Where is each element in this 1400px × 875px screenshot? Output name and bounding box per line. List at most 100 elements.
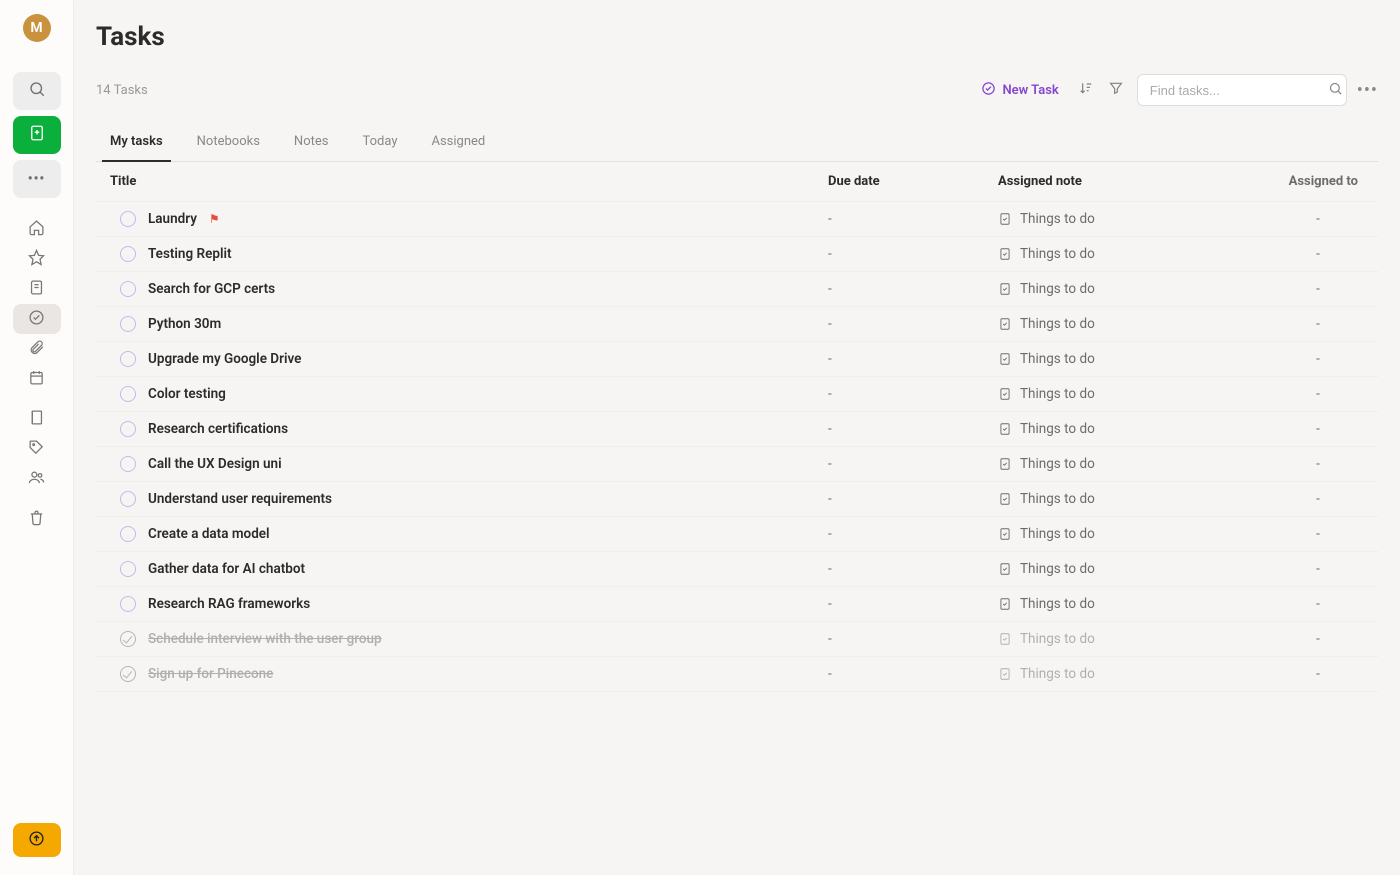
task-checkbox[interactable] — [120, 246, 136, 262]
note-label: Things to do — [1020, 316, 1095, 332]
table-row[interactable]: Call the UX Design uni-Things to do- — [96, 447, 1378, 482]
header-more-button[interactable]: ••• — [1357, 80, 1378, 101]
task-checkbox[interactable] — [120, 386, 136, 402]
table-row[interactable]: Laundry⚑-Things to do- — [96, 202, 1378, 237]
table-row[interactable]: Testing Replit-Things to do- — [96, 237, 1378, 272]
cell-due: - — [828, 421, 998, 437]
table-row[interactable]: Gather data for AI chatbot-Things to do- — [96, 552, 1378, 587]
table-row[interactable]: Research RAG frameworks-Things to do- — [96, 587, 1378, 622]
cell-assigned-to: - — [1268, 526, 1368, 542]
task-checkbox[interactable] — [120, 491, 136, 507]
note-label: Things to do — [1020, 561, 1095, 577]
trash-icon — [28, 509, 45, 530]
task-checkbox[interactable] — [120, 351, 136, 367]
new-note-button[interactable] — [13, 116, 61, 154]
sidebar-item-tags[interactable] — [13, 434, 61, 464]
filter-button[interactable] — [1103, 77, 1129, 103]
cell-assigned-note[interactable]: Things to do — [998, 316, 1268, 332]
col-header-due[interactable]: Due date — [828, 174, 998, 189]
page-title: Tasks — [96, 22, 1378, 52]
task-title: Laundry — [148, 211, 197, 227]
task-checkbox[interactable] — [120, 211, 136, 227]
task-checkbox[interactable] — [120, 316, 136, 332]
cell-assigned-note[interactable]: Things to do — [998, 421, 1268, 437]
cell-title: Search for GCP certs — [110, 281, 828, 297]
task-title: Testing Replit — [148, 246, 232, 262]
cell-assigned-note[interactable]: Things to do — [998, 246, 1268, 262]
note-label: Things to do — [1020, 491, 1095, 507]
table-row[interactable]: Research certifications-Things to do- — [96, 412, 1378, 447]
tabs: My tasks Notebooks Notes Today Assigned — [96, 124, 1378, 162]
sidebar-item-notes[interactable] — [13, 274, 61, 304]
tab-label: Notes — [294, 134, 329, 149]
cell-assigned-note[interactable]: Things to do — [998, 281, 1268, 297]
table-row[interactable]: Understand user requirements-Things to d… — [96, 482, 1378, 517]
note-label: Things to do — [1020, 351, 1095, 367]
sidebar-item-shared[interactable] — [13, 464, 61, 494]
col-header-assigned[interactable]: Assigned to — [1268, 174, 1368, 189]
table-row[interactable]: Search for GCP certs-Things to do- — [96, 272, 1378, 307]
note-icon — [28, 279, 45, 300]
note-label: Things to do — [1020, 246, 1095, 262]
more-horizontal-icon: ••• — [28, 171, 46, 187]
sort-icon — [1078, 80, 1094, 100]
cell-assigned-note[interactable]: Things to do — [998, 456, 1268, 472]
table-row[interactable]: Color testing-Things to do- — [96, 377, 1378, 412]
new-task-button[interactable]: New Task — [971, 75, 1068, 106]
note-label: Things to do — [1020, 631, 1095, 647]
cell-assigned-note[interactable]: Things to do — [998, 351, 1268, 367]
cell-assigned-note[interactable]: Things to do — [998, 631, 1268, 647]
search-input[interactable] — [1148, 82, 1328, 99]
note-label: Things to do — [1020, 596, 1095, 612]
tab-my-tasks[interactable]: My tasks — [110, 124, 163, 161]
cell-due: - — [828, 596, 998, 612]
task-checkbox[interactable] — [120, 421, 136, 437]
tab-notebooks[interactable]: Notebooks — [197, 124, 260, 161]
sort-button[interactable] — [1073, 77, 1099, 103]
table-row[interactable]: Create a data model-Things to do- — [96, 517, 1378, 552]
table-row[interactable]: Python 30m-Things to do- — [96, 307, 1378, 342]
col-header-title[interactable]: Title — [110, 174, 828, 189]
search-icon — [1328, 81, 1343, 100]
task-checkbox[interactable] — [120, 631, 136, 647]
cell-assigned-note[interactable]: Things to do — [998, 211, 1268, 227]
cell-assigned-note[interactable]: Things to do — [998, 561, 1268, 577]
tab-assigned[interactable]: Assigned — [431, 124, 485, 161]
sidebar-item-shortcuts[interactable] — [13, 244, 61, 274]
task-checkbox[interactable] — [120, 596, 136, 612]
table-row[interactable]: Sign up for Pinecone-Things to do- — [96, 657, 1378, 692]
sidebar-search-button[interactable] — [13, 72, 61, 110]
sidebar-more-button[interactable]: ••• — [13, 160, 61, 198]
cell-assigned-note[interactable]: Things to do — [998, 666, 1268, 682]
task-checkbox[interactable] — [120, 456, 136, 472]
task-title: Create a data model — [148, 526, 270, 542]
cell-assigned-note[interactable]: Things to do — [998, 386, 1268, 402]
avatar[interactable]: M — [23, 14, 51, 42]
sidebar-item-home[interactable] — [13, 214, 61, 244]
table-row[interactable]: Upgrade my Google Drive-Things to do- — [96, 342, 1378, 377]
col-header-note[interactable]: Assigned note — [998, 174, 1268, 189]
sidebar-item-tasks[interactable] — [13, 304, 61, 334]
cell-assigned-note[interactable]: Things to do — [998, 491, 1268, 507]
task-title: Sign up for Pinecone — [148, 666, 273, 682]
note-icon — [998, 387, 1012, 401]
cell-assigned-to: - — [1268, 596, 1368, 612]
sidebar-item-notebooks[interactable] — [13, 404, 61, 434]
plus-check-icon — [981, 81, 996, 100]
cell-assigned-note[interactable]: Things to do — [998, 526, 1268, 542]
flag-icon: ⚑ — [209, 212, 220, 226]
task-title: Call the UX Design uni — [148, 456, 282, 472]
sidebar-item-files[interactable] — [13, 334, 61, 364]
cell-assigned-note[interactable]: Things to do — [998, 596, 1268, 612]
task-checkbox[interactable] — [120, 561, 136, 577]
tab-notes[interactable]: Notes — [294, 124, 329, 161]
task-checkbox[interactable] — [120, 281, 136, 297]
tab-today[interactable]: Today — [362, 124, 397, 161]
sidebar-item-calendar[interactable] — [13, 364, 61, 394]
search-box[interactable] — [1137, 74, 1347, 106]
sidebar-item-trash[interactable] — [13, 504, 61, 534]
task-checkbox[interactable] — [120, 526, 136, 542]
task-checkbox[interactable] — [120, 666, 136, 682]
table-row[interactable]: Schedule interview with the user group-T… — [96, 622, 1378, 657]
upgrade-button[interactable] — [13, 823, 61, 857]
